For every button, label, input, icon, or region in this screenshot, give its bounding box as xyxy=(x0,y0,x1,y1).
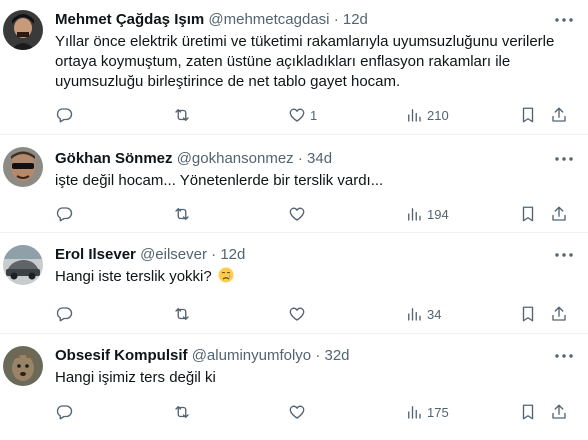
more-options-icon[interactable] xyxy=(552,10,576,30)
bookmark-button[interactable] xyxy=(519,104,537,126)
views-icon xyxy=(408,308,421,321)
views-button[interactable]: 175 xyxy=(405,401,449,423)
bookmark-button[interactable] xyxy=(519,401,537,423)
views-icon xyxy=(408,406,421,419)
like-count: 1 xyxy=(310,107,318,123)
separator: · xyxy=(333,11,339,28)
tweet-actions: 1 210 xyxy=(55,104,574,126)
views-button[interactable]: 34 xyxy=(405,303,441,325)
timestamp[interactable]: 34d xyxy=(307,150,332,167)
share-button[interactable] xyxy=(550,401,568,423)
avatar[interactable] xyxy=(3,147,43,187)
crying-face-icon xyxy=(218,267,234,283)
tweet-actions: 175 xyxy=(55,401,574,423)
views-icon xyxy=(408,109,421,122)
tweet-text: Hangi iste terslik yokki? xyxy=(55,268,212,285)
bookmark-icon xyxy=(522,107,534,123)
bookmark-icon xyxy=(522,404,534,420)
author-handle[interactable]: @aluminyumfolyo xyxy=(192,347,311,364)
retweet-button[interactable] xyxy=(173,203,191,225)
reply-icon xyxy=(56,307,73,322)
more-options-icon[interactable] xyxy=(552,346,576,366)
author-handle[interactable]: @mehmetcagdasi xyxy=(208,11,329,28)
views-button[interactable]: 194 xyxy=(405,203,449,225)
tweet-text: Hangi işimiz ters değil ki xyxy=(55,369,216,386)
author-name[interactable]: Erol Ilsever xyxy=(55,246,136,263)
heart-icon xyxy=(289,405,305,419)
share-button[interactable] xyxy=(550,104,568,126)
avatar[interactable] xyxy=(3,10,43,50)
views-button[interactable]: 210 xyxy=(405,104,449,126)
reply-button[interactable] xyxy=(55,303,73,325)
share-button[interactable] xyxy=(550,203,568,225)
author-name[interactable]: Obsesif Kompulsif xyxy=(55,347,188,364)
bookmark-icon xyxy=(522,206,534,222)
tweet-text: Yıllar önce elektrik üretimi ve tüketimi… xyxy=(55,33,555,90)
share-icon xyxy=(552,206,566,221)
separator: · xyxy=(315,347,321,364)
tweet-text: işte değil hocam... Yönetenlerde bir ter… xyxy=(55,172,384,189)
more-options-icon[interactable] xyxy=(552,245,576,265)
like-button[interactable] xyxy=(288,203,310,225)
reply-icon xyxy=(56,108,73,123)
bookmark-button[interactable] xyxy=(519,303,537,325)
author-name[interactable]: Gökhan Sönmez xyxy=(55,150,173,167)
separator: · xyxy=(211,246,217,263)
tweet[interactable]: Gökhan Sönmez @gokhansonmez · 34d işte d… xyxy=(0,135,588,233)
tweet-header: Gökhan Sönmez @gokhansonmez · 34d xyxy=(55,149,548,169)
tweet-header: Erol Ilsever @eilsever · 12d xyxy=(55,245,548,265)
reply-button[interactable] xyxy=(55,203,73,225)
retweet-button[interactable] xyxy=(173,104,191,126)
reply-icon xyxy=(56,405,73,420)
tweet[interactable]: Obsesif Kompulsif @aluminyumfolyo · 32d … xyxy=(0,334,588,440)
reply-feed: Mehmet Çağdaş Işım @mehmetcagdasi · 12d … xyxy=(0,0,588,440)
more-options-icon[interactable] xyxy=(552,149,576,169)
tweet[interactable]: Mehmet Çağdaş Işım @mehmetcagdasi · 12d … xyxy=(0,0,588,135)
avatar[interactable] xyxy=(3,245,43,285)
view-count: 175 xyxy=(427,404,449,420)
retweet-icon xyxy=(175,208,189,220)
separator: · xyxy=(297,150,303,167)
like-button[interactable] xyxy=(288,303,310,325)
timestamp[interactable]: 12d xyxy=(343,11,368,28)
timestamp[interactable]: 32d xyxy=(324,347,349,364)
reply-button[interactable] xyxy=(55,104,73,126)
retweet-button[interactable] xyxy=(173,401,191,423)
tweet-text-row: Hangi iste terslik yokki? xyxy=(55,267,574,287)
tweet-actions: 194 xyxy=(55,203,574,225)
retweet-icon xyxy=(175,308,189,320)
view-count: 210 xyxy=(427,107,449,123)
bookmark-icon xyxy=(522,306,534,322)
share-icon xyxy=(552,404,566,419)
reply-icon xyxy=(56,207,73,222)
view-count: 34 xyxy=(427,306,442,322)
share-icon xyxy=(552,306,566,321)
retweet-icon xyxy=(175,406,189,418)
heart-icon xyxy=(289,207,305,221)
tweet-actions: 34 xyxy=(55,303,574,325)
share-button[interactable] xyxy=(550,303,568,325)
avatar[interactable] xyxy=(3,346,43,386)
author-name[interactable]: Mehmet Çağdaş Işım xyxy=(55,11,204,28)
bookmark-button[interactable] xyxy=(519,203,537,225)
tweet-header: Obsesif Kompulsif @aluminyumfolyo · 32d xyxy=(55,346,548,366)
tweet[interactable]: Erol Ilsever @eilsever · 12d Hangi iste … xyxy=(0,233,588,334)
like-button[interactable] xyxy=(288,401,310,423)
timestamp[interactable]: 12d xyxy=(220,246,245,263)
tweet-header: Mehmet Çağdaş Işım @mehmetcagdasi · 12d xyxy=(55,10,548,30)
author-handle[interactable]: @eilsever xyxy=(140,246,207,263)
retweet-button[interactable] xyxy=(173,303,191,325)
heart-icon xyxy=(289,108,305,122)
share-icon xyxy=(552,107,566,122)
retweet-icon xyxy=(175,109,189,121)
like-button[interactable]: 1 xyxy=(288,104,317,126)
reply-button[interactable] xyxy=(55,401,73,423)
author-handle[interactable]: @gokhansonmez xyxy=(177,150,294,167)
view-count: 194 xyxy=(427,206,449,222)
heart-icon xyxy=(289,307,305,321)
views-icon xyxy=(408,208,421,221)
